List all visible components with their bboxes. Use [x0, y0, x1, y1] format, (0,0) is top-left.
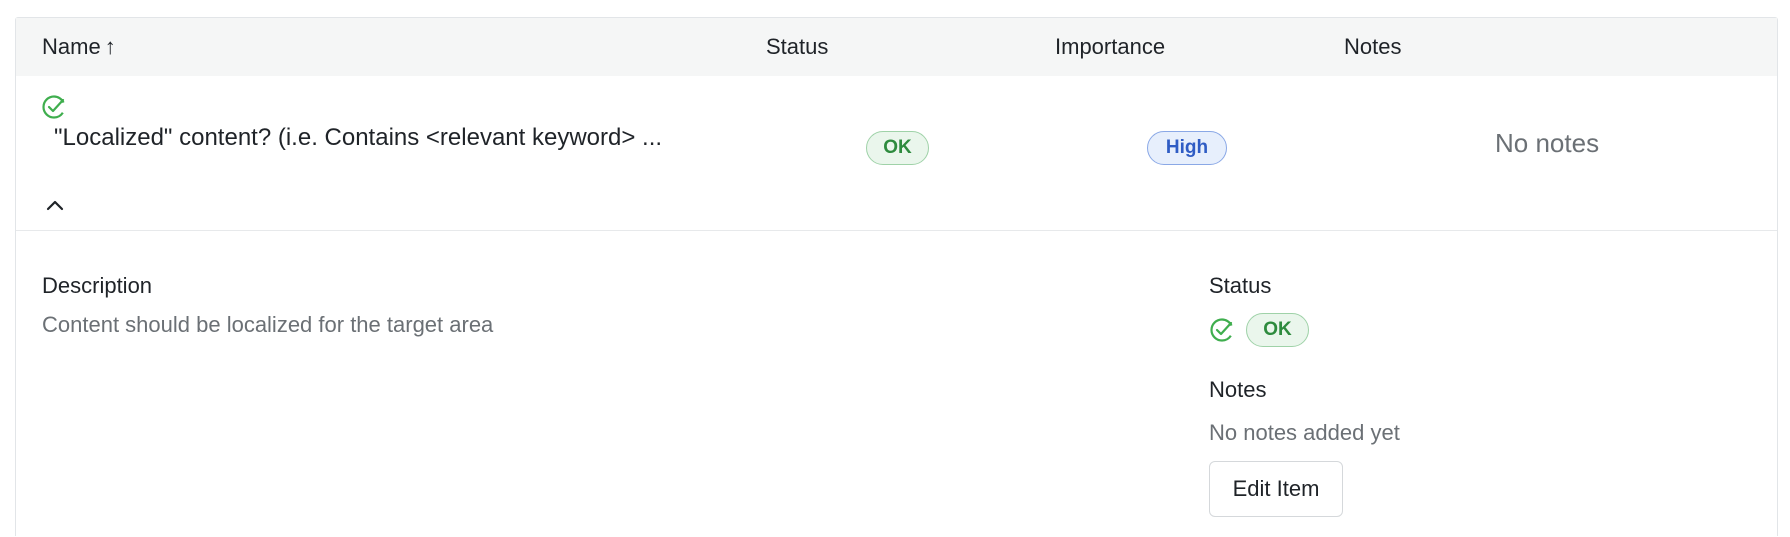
row-item-name: "Localized" content? (i.e. Contains <rel… [54, 124, 663, 151]
sort-ascending-icon: ↑ [104, 34, 116, 59]
column-header-notes[interactable]: Notes [1344, 18, 1401, 76]
status-badge: OK [866, 131, 929, 165]
description-label: Description [42, 273, 153, 298]
column-header-status[interactable]: Status [766, 18, 828, 76]
detail-status-badge: OK [1246, 313, 1309, 347]
check-circle-icon [42, 95, 66, 119]
column-header-importance[interactable]: Importance [1055, 18, 1165, 76]
row-detail-panel: Description Content should be localized … [16, 230, 1777, 537]
detail-notes-label: Notes [1209, 377, 1267, 402]
importance-badge: High [1147, 131, 1227, 165]
edit-item-button[interactable]: Edit Item [1209, 461, 1343, 517]
chevron-up-icon[interactable] [43, 194, 67, 216]
table-header: Name ↑ Status Importance Notes [16, 18, 1777, 76]
detail-notes-value: No notes added yet [1209, 420, 1400, 445]
checklist-table: Name ↑ Status Importance Notes "Localized… [15, 17, 1778, 536]
detail-status-label: Status [1209, 273, 1272, 298]
description-value: Content should be localized for the targ… [42, 312, 494, 337]
table-row[interactable]: "Localized" content? (i.e. Contains <rel… [16, 76, 1777, 230]
check-circle-icon [1210, 318, 1234, 342]
row-notes: No notes [1495, 128, 1600, 158]
column-header-name[interactable]: Name ↑ [42, 18, 116, 76]
column-header-name-label: Name [42, 34, 101, 59]
